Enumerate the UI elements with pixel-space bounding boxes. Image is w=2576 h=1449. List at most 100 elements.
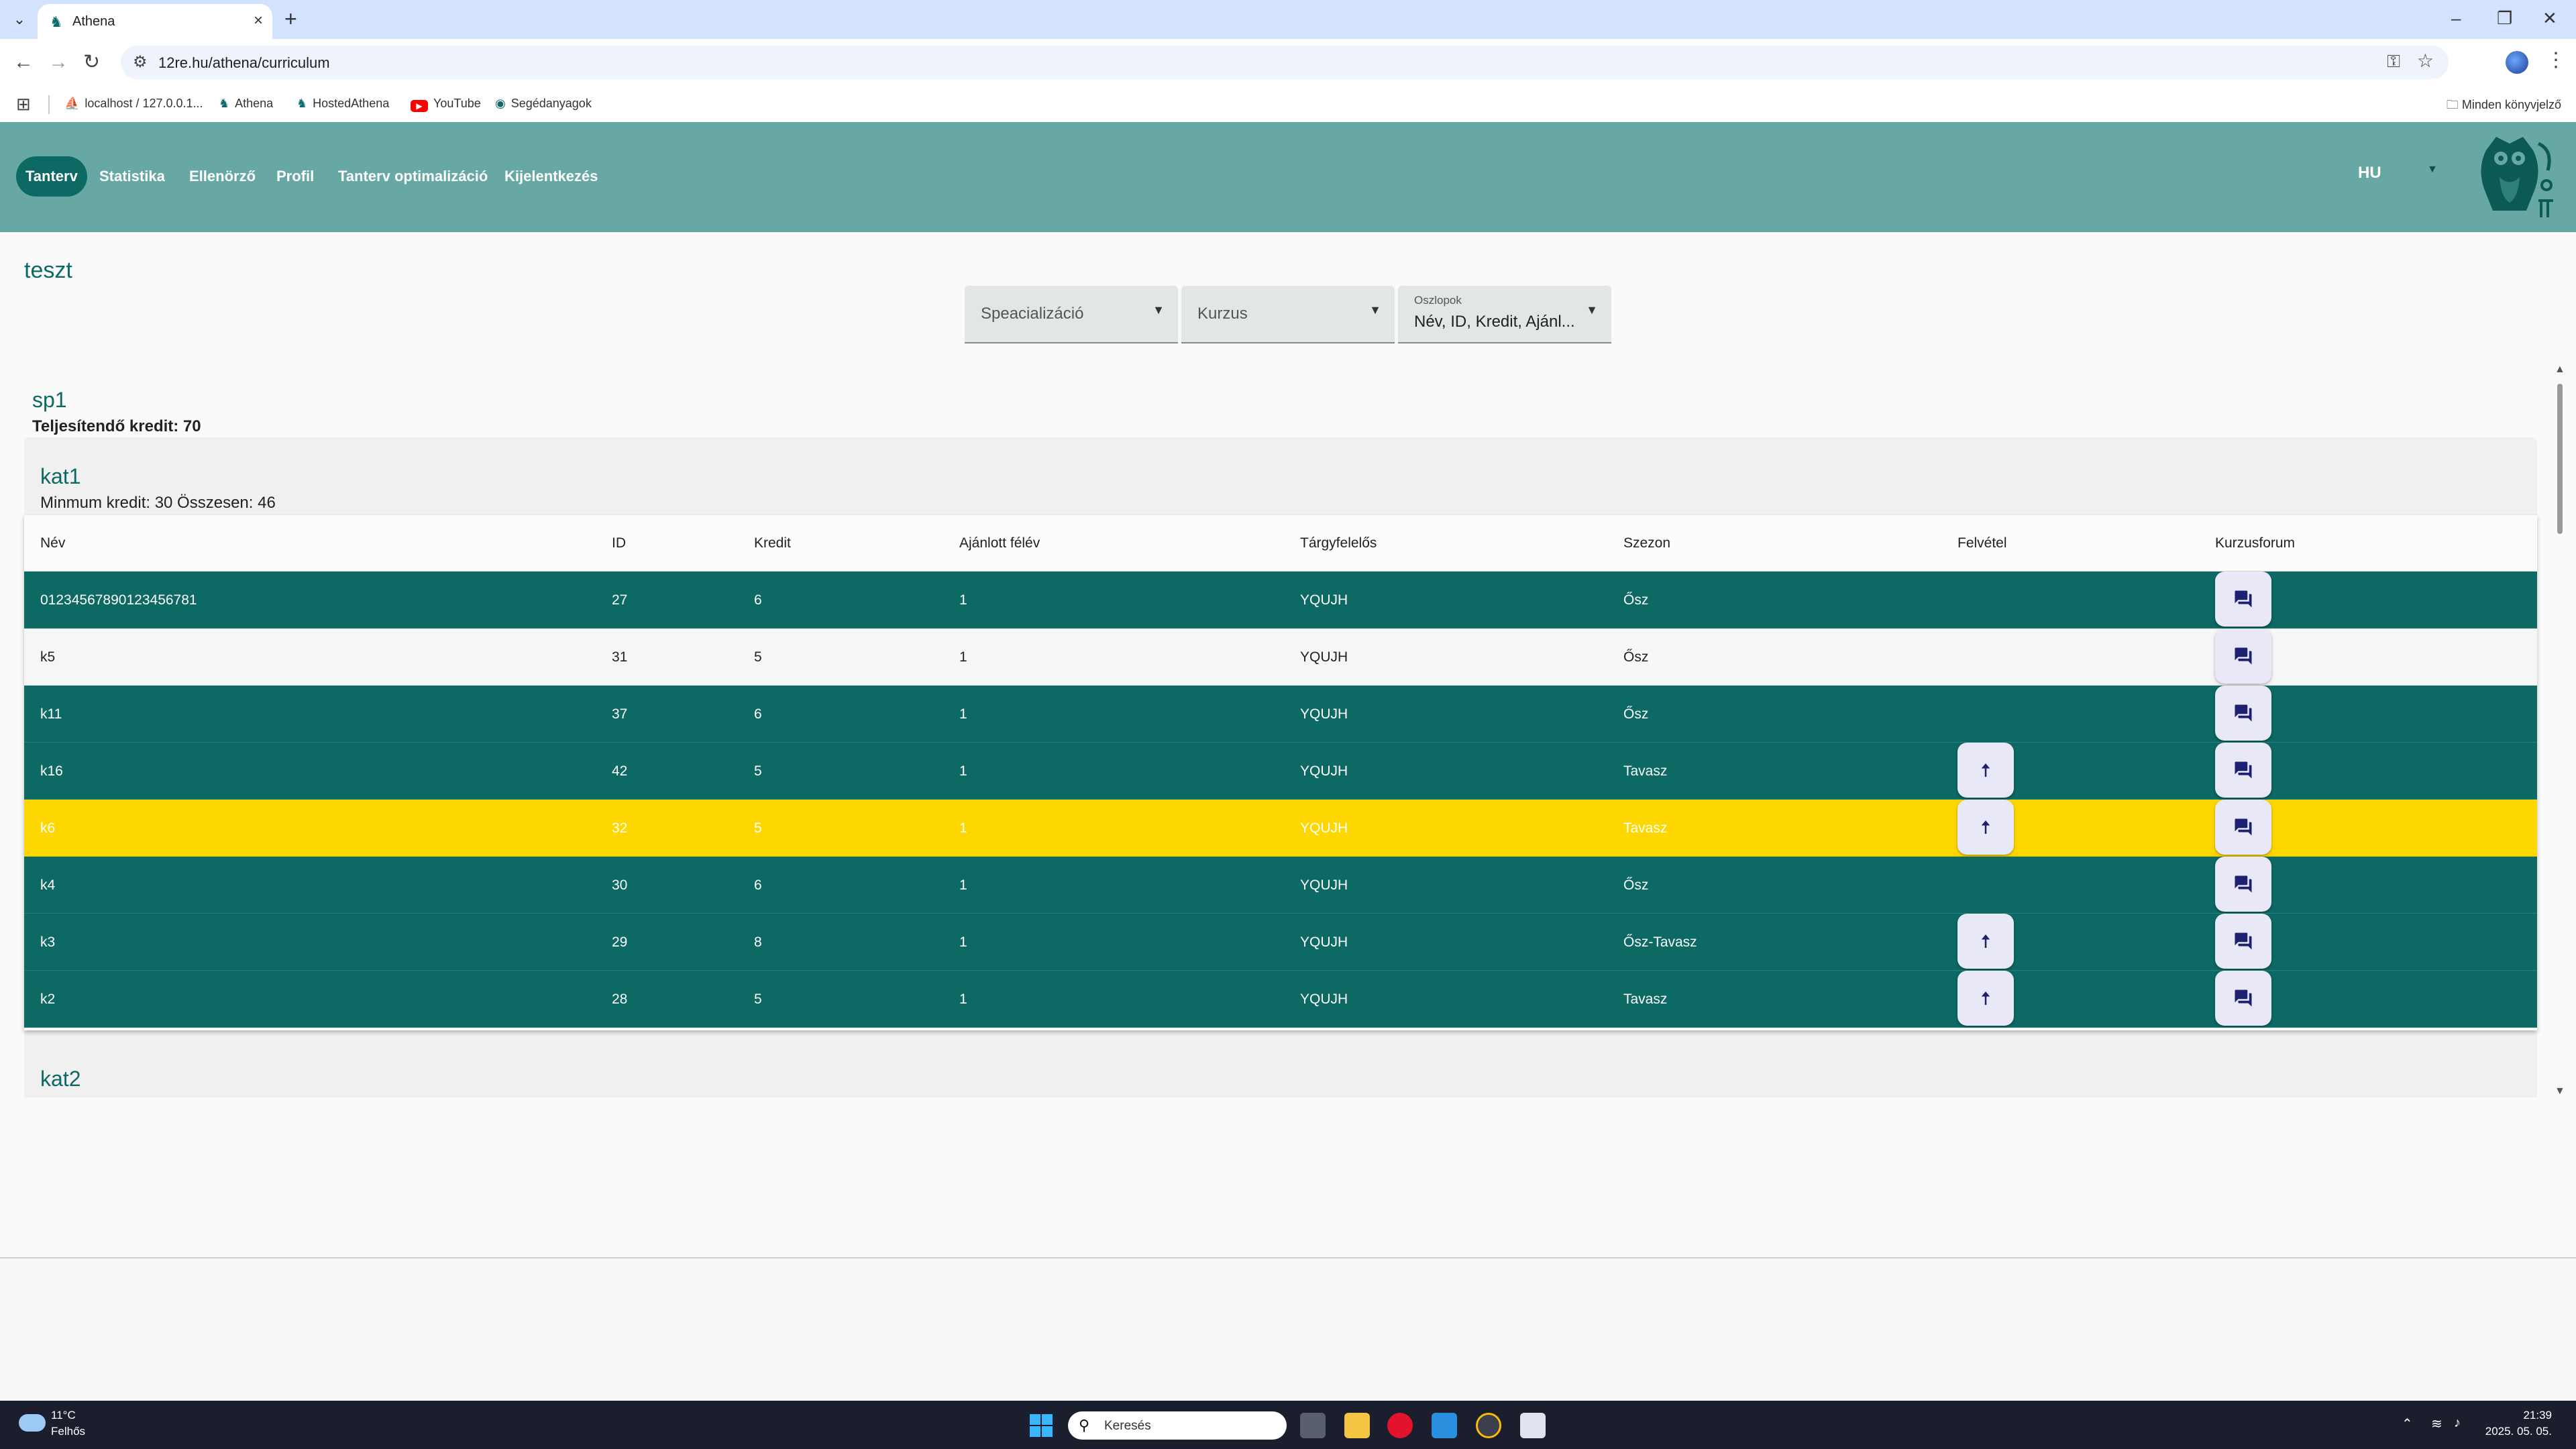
- course-forum-button[interactable]: [2215, 686, 2271, 741]
- table-row[interactable]: k6 32 5 1 YQUJH Tavasz: [24, 800, 2537, 857]
- task-view-icon[interactable]: [1300, 1413, 1326, 1438]
- minimize-icon[interactable]: –: [2451, 8, 2461, 29]
- scroll-down-icon[interactable]: ▼: [2555, 1085, 2565, 1097]
- header-id[interactable]: ID: [612, 535, 626, 551]
- chevron-up-icon[interactable]: ⌃: [2402, 1415, 2413, 1432]
- language-select[interactable]: HU: [2358, 164, 2381, 182]
- cell-semester: 1: [959, 763, 967, 779]
- chrome-icon[interactable]: [1476, 1413, 1501, 1438]
- course-forum-button[interactable]: [2215, 971, 2271, 1026]
- file-explorer-icon[interactable]: [1344, 1413, 1370, 1438]
- nav-tanterv-optimalizacio[interactable]: Tanterv optimalizáció: [329, 156, 497, 197]
- header-nev[interactable]: Név: [40, 535, 65, 551]
- weather-description[interactable]: Felhős: [51, 1425, 85, 1438]
- app-body: teszt Speacializáció ▼ Kurzus ▼ Oszlopok…: [0, 232, 2576, 1258]
- snipping-tool-icon[interactable]: [1520, 1413, 1546, 1438]
- close-window-icon[interactable]: ✕: [2542, 8, 2557, 29]
- enroll-button[interactable]: [1957, 971, 2014, 1026]
- specialization-title: sp1: [32, 388, 67, 412]
- course-forum-button[interactable]: [2215, 800, 2271, 855]
- header-kredit[interactable]: Kredit: [754, 535, 791, 551]
- header-ajanlott-felev[interactable]: Ajánlott félév: [959, 535, 1040, 551]
- profile-icon[interactable]: [2506, 51, 2528, 74]
- nav-statistika[interactable]: Statistika: [90, 156, 174, 197]
- omnibox[interactable]: ⚙ 12re.hu/athena/curriculum ⚿ ☆: [121, 46, 2449, 79]
- volume-icon[interactable]: ♪: [2454, 1415, 2461, 1431]
- scroll-up-icon[interactable]: ▲: [2555, 364, 2565, 376]
- star-icon[interactable]: ☆: [2417, 50, 2434, 72]
- tab-close-icon[interactable]: ×: [254, 11, 263, 30]
- bookmark-localhost[interactable]: ⛵ localhost / 127.0.0.1...: [64, 97, 203, 111]
- weather-temperature[interactable]: 11°C: [51, 1409, 76, 1422]
- chevron-down-icon: ▼: [1586, 303, 1598, 317]
- cell-id: 28: [612, 991, 628, 1007]
- clock-time[interactable]: 21:39: [2485, 1409, 2552, 1422]
- tune-icon[interactable]: ⚙: [133, 52, 148, 72]
- chevron-down-icon: ▼: [1369, 303, 1381, 317]
- header-kurzusforum[interactable]: Kurzusforum: [2215, 535, 2295, 551]
- kebab-icon[interactable]: ⋮: [2546, 48, 2566, 72]
- columns-select[interactable]: Oszlopok Név, ID, Kredit, Ajánl... ▼: [1398, 286, 1611, 343]
- table-row[interactable]: k11 37 6 1 YQUJH Ősz: [24, 686, 2537, 743]
- cell-credit: 5: [754, 649, 762, 665]
- header-targyfelelos[interactable]: Tárgyfelelős: [1300, 535, 1377, 551]
- reload-icon[interactable]: ↻: [83, 51, 100, 74]
- cloud-icon[interactable]: [19, 1414, 46, 1432]
- table-row[interactable]: k3 29 8 1 YQUJH Ősz-Tavasz: [24, 914, 2537, 971]
- all-bookmarks[interactable]: 🗀 Minden könyvjelző: [2447, 97, 2561, 117]
- restore-icon[interactable]: ❐: [2497, 8, 2512, 29]
- url-text[interactable]: 12re.hu/athena/curriculum: [158, 54, 330, 72]
- nav-ellenorzo[interactable]: Ellenörző: [180, 156, 265, 197]
- cell-semester: 1: [959, 934, 967, 950]
- cell-name: k11: [40, 706, 62, 722]
- bookmark-youtube[interactable]: ▶ YouTube: [411, 97, 481, 112]
- clock-date[interactable]: 2025. 05. 05.: [2485, 1425, 2552, 1438]
- cell-semester: 1: [959, 592, 967, 608]
- taskbar-search[interactable]: ⚲ Keresés: [1068, 1411, 1287, 1440]
- enroll-button[interactable]: [1957, 743, 2014, 798]
- back-icon[interactable]: ←: [13, 51, 34, 74]
- table-row[interactable]: k4 30 6 1 YQUJH Ősz: [24, 857, 2537, 914]
- enroll-button[interactable]: [1957, 800, 2014, 855]
- category-credit: Minmum kredit: 30 Összesen: 46: [40, 494, 276, 512]
- course-forum-button[interactable]: [2215, 572, 2271, 627]
- scrollbar-thumb[interactable]: [2557, 384, 2563, 534]
- table-row[interactable]: k16 42 5 1 YQUJH Tavasz: [24, 743, 2537, 800]
- specialization-select[interactable]: Speacializáció ▼: [965, 286, 1178, 343]
- bookmark-hostedathena[interactable]: ♞ HostedAthena: [297, 97, 389, 111]
- nav-kijelentkezes[interactable]: Kijelentkezés: [495, 156, 607, 197]
- header-felvetel[interactable]: Felvétel: [1957, 535, 2007, 551]
- enroll-button[interactable]: [1957, 914, 2014, 969]
- cell-credit: 6: [754, 877, 762, 893]
- opera-icon[interactable]: [1387, 1413, 1413, 1438]
- vertical-scrollbar[interactable]: ▲ ▼: [2552, 364, 2568, 1097]
- bookmark-athena[interactable]: ♞ Athena: [219, 97, 273, 111]
- new-tab-icon[interactable]: +: [284, 8, 297, 30]
- windows-start-icon[interactable]: [1030, 1414, 1053, 1437]
- wifi-icon[interactable]: ≋: [2431, 1415, 2443, 1432]
- folder-icon: 🗀: [2446, 98, 2462, 111]
- course-forum-button[interactable]: [2215, 857, 2271, 912]
- nav-tanterv[interactable]: Tanterv: [16, 156, 87, 197]
- forward-icon[interactable]: →: [48, 51, 68, 74]
- language-dropdown-icon[interactable]: ▼: [2427, 164, 2438, 176]
- table-row[interactable]: k5 31 5 1 YQUJH Ősz: [24, 629, 2537, 686]
- bookmark-segedanyagok[interactable]: ◉ Segédanyagok: [495, 97, 592, 111]
- course-forum-button[interactable]: [2215, 914, 2271, 969]
- browser-tab[interactable]: ♞ Athena ×: [38, 4, 272, 39]
- course-forum-button[interactable]: [2215, 629, 2271, 684]
- header-szezon[interactable]: Szezon: [1623, 535, 1670, 551]
- nav-profil[interactable]: Profil: [267, 156, 323, 197]
- curriculum-scroll-area[interactable]: sp1 Teljesítendő kredit: 70 kat1 Minmum …: [0, 364, 2576, 1097]
- columns-value: Név, ID, Kredit, Ajánl...: [1414, 313, 1575, 331]
- key-icon[interactable]: ⚿: [2387, 51, 2400, 72]
- tab-search-icon[interactable]: ⌄: [9, 9, 30, 30]
- course-select[interactable]: Kurzus ▼: [1181, 286, 1395, 343]
- cell-credit: 5: [754, 991, 762, 1007]
- table-row[interactable]: k2 28 5 1 YQUJH Tavasz: [24, 971, 2537, 1028]
- vscode-icon[interactable]: [1432, 1413, 1457, 1438]
- course-forum-button[interactable]: [2215, 743, 2271, 798]
- apps-grid-icon[interactable]: ⊞: [16, 94, 31, 115]
- bookmarks-bar: ⊞ ⛵ localhost / 127.0.0.1... ♞ Athena ♞ Hos…: [0, 87, 2576, 122]
- table-row[interactable]: 01234567890123456781 27 6 1 YQUJH Ősz: [24, 572, 2537, 629]
